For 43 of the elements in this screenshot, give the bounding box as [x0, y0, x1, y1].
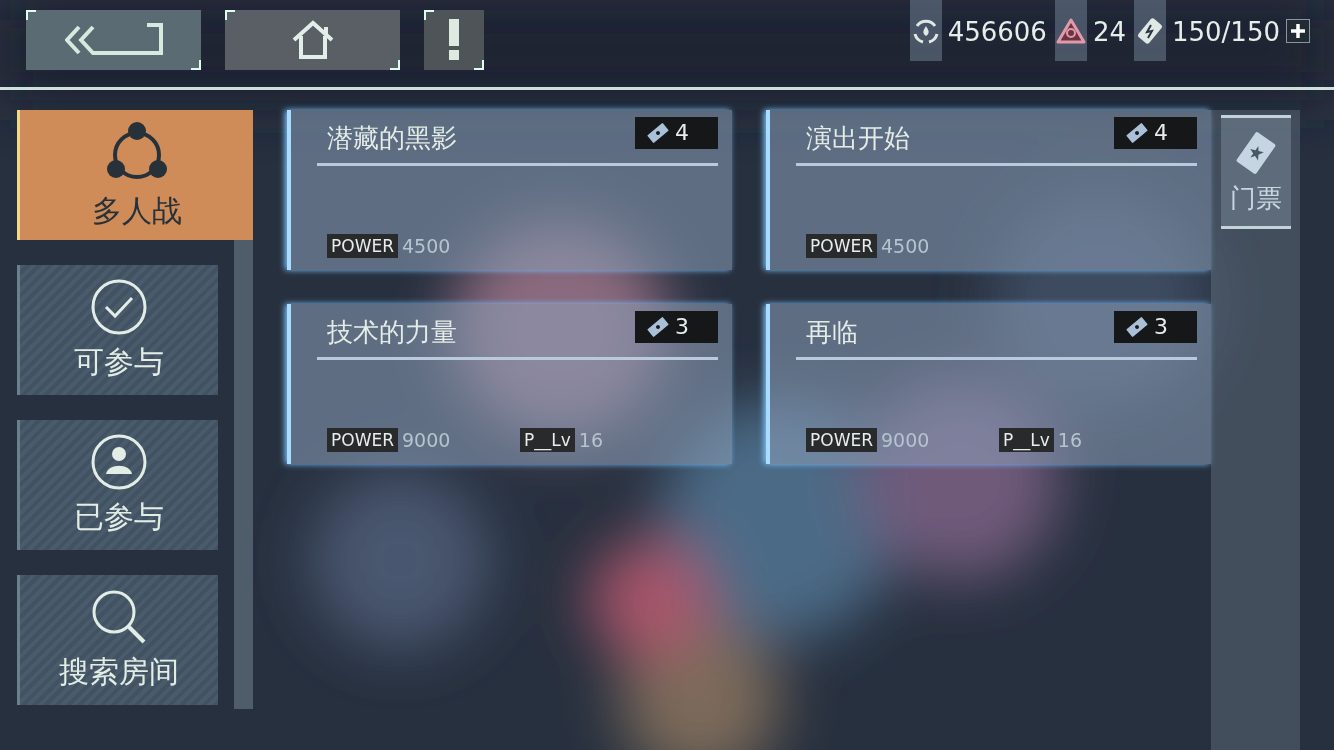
stat-value: 9000 — [881, 429, 931, 451]
ticket-tab[interactable]: 门票 — [1220, 115, 1291, 229]
plus-icon — [1290, 22, 1306, 39]
stat-value: 16 — [578, 429, 604, 451]
stat-value: 4500 — [402, 235, 452, 257]
stat-value: 16 — [1057, 429, 1083, 451]
resource-count: 456606 — [947, 15, 1047, 47]
event-card[interactable]: 潜藏的黑影 4 POWER 4500 — [287, 110, 732, 270]
event-card[interactable]: 再临 3 POWER 9000 P__Lv 16 — [766, 304, 1211, 464]
back-icon — [64, 23, 163, 57]
event-card[interactable]: 演出开始 4 POWER 4500 — [766, 110, 1211, 270]
home-icon — [290, 20, 335, 60]
add-button[interactable] — [1286, 18, 1310, 43]
stat-value: 4500 — [881, 235, 931, 257]
back-button[interactable] — [26, 10, 201, 70]
sidebar-tab[interactable]: 可参与 — [17, 265, 218, 395]
stat-label: POWER — [327, 428, 398, 452]
ticket-cost-badge: 3 — [1114, 310, 1197, 343]
ticket-cost-badge: 4 — [1114, 116, 1197, 149]
exclamation-icon — [448, 19, 460, 61]
resource-count: 24 — [1092, 15, 1126, 47]
stat-label: P__Lv — [999, 428, 1054, 452]
stat-label: POWER — [806, 428, 877, 452]
sidebar-tab[interactable]: 多人战 — [17, 110, 253, 240]
notice-button[interactable] — [424, 10, 484, 70]
sidebar-tab[interactable]: 已参与 — [17, 420, 218, 550]
home-button[interactable] — [225, 10, 400, 70]
person-circle-icon — [90, 432, 148, 491]
check-circle-icon — [90, 277, 148, 336]
ticket-cost-badge: 3 — [635, 310, 718, 343]
stat-label: POWER — [327, 234, 398, 258]
event-card[interactable]: 技术的力量 3 POWER 9000 P__Lv 16 — [287, 304, 732, 464]
sidebar-tab[interactable]: 搜索房间 — [17, 575, 218, 705]
event-title: 再临 — [806, 316, 858, 349]
triangle-icon — [1055, 16, 1086, 45]
stat-value: 9000 — [402, 429, 452, 451]
resource-count: 150/150 — [1172, 15, 1280, 47]
ticket-cost-badge: 4 — [635, 116, 718, 149]
stat-label: P__Lv — [520, 428, 575, 452]
event-title: 潜藏的黑影 — [327, 122, 457, 155]
event-title: 技术的力量 — [327, 316, 457, 349]
stat-label: POWER — [806, 234, 877, 258]
event-title: 演出开始 — [806, 122, 910, 155]
